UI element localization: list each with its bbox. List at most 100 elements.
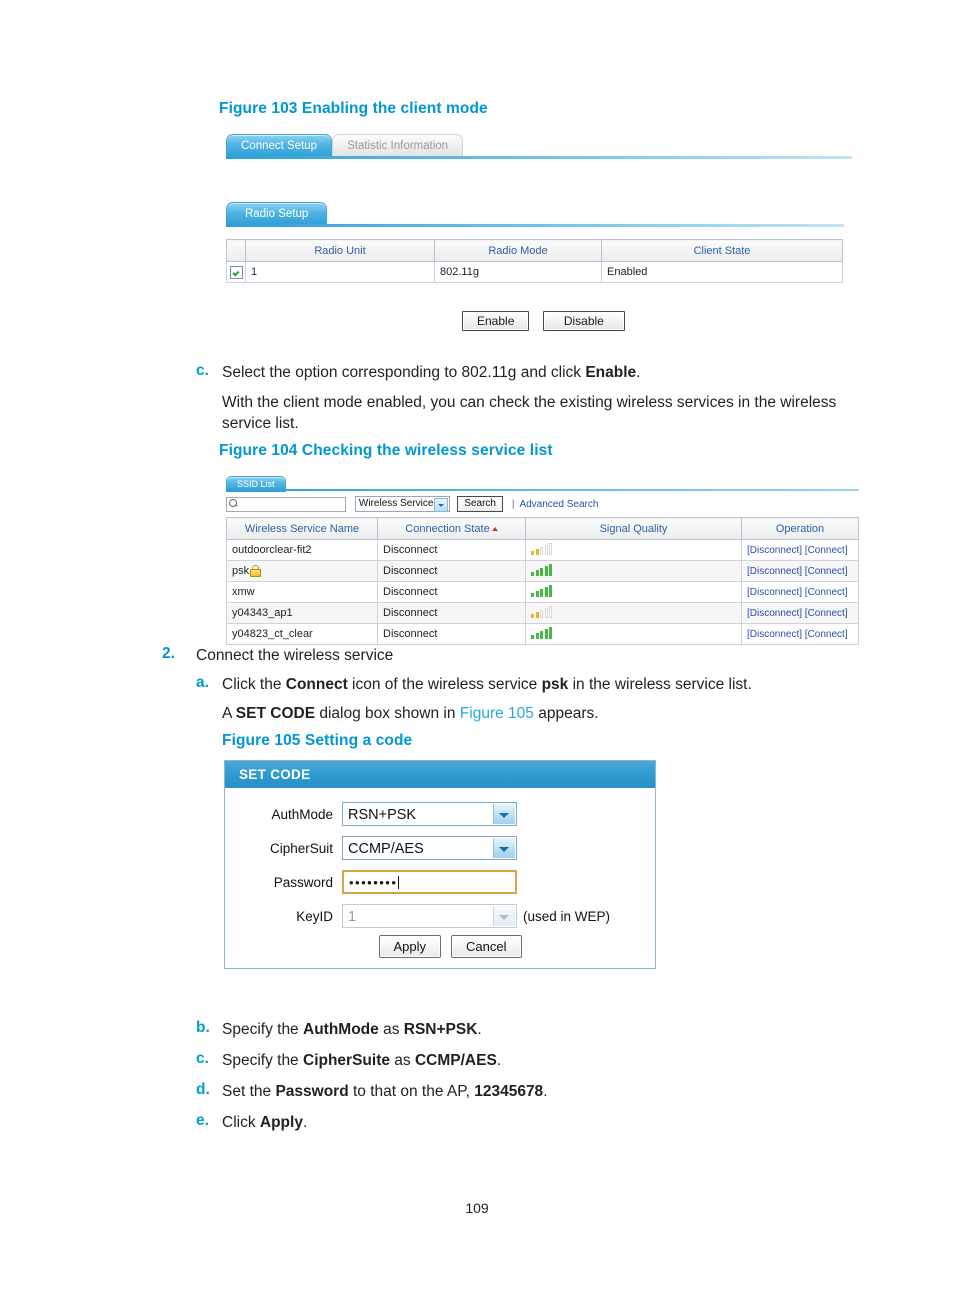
wireless-service-name-text: outdoorclear-fit2 (232, 544, 312, 556)
figure-105-xref[interactable]: Figure 105 (460, 705, 534, 722)
signal-bar (540, 567, 544, 576)
connect-link[interactable]: [Connect] (802, 587, 848, 598)
cell-signal-quality (525, 539, 742, 561)
step-post: . (477, 1021, 482, 1038)
signal-bar (549, 542, 553, 555)
step-c-line1-post: . (636, 364, 641, 381)
step-2a-line2-mid: dialog box shown in (315, 705, 460, 722)
cell-wireless-service-name: xmw (226, 581, 378, 603)
ssid-tab-underline (226, 489, 859, 491)
cancel-button[interactable]: Cancel (451, 935, 522, 958)
search-button[interactable]: Search (457, 496, 503, 512)
signal-bar (549, 626, 553, 639)
step-c-text: Select the option corresponding to 802.1… (222, 362, 640, 383)
cell-connection-state: Disconnect (377, 560, 526, 582)
keyid-value: 1 (348, 909, 357, 925)
tab-statistic-information[interactable]: Statistic Information (332, 134, 464, 157)
cell-wireless-service-name: psk (226, 560, 378, 582)
apply-button[interactable]: Apply (378, 935, 442, 958)
table-row[interactable]: psk Disconnect [Disconnect] [Connect] (226, 560, 859, 582)
field-label-keyid: KeyID (296, 908, 333, 924)
disconnect-link[interactable]: [Disconnect] (747, 566, 802, 577)
ciphersuit-value: CCMP/AES (348, 841, 424, 857)
advanced-search-link[interactable]: Advanced Search (519, 499, 598, 510)
connect-link[interactable]: [Connect] (802, 629, 848, 640)
cell-radio-unit: 1 (245, 261, 435, 283)
step-c-line1-pre: Select the option corresponding to 802.1… (222, 364, 586, 381)
table-header-row: Wireless Service Name Connection State S… (226, 517, 859, 540)
step-d: d. Set the Password to that on the AP, 12… (196, 1081, 876, 1102)
disconnect-link[interactable]: [Disconnect] (747, 545, 802, 556)
search-scope-select[interactable]: Wireless Service (354, 496, 451, 512)
sort-ascending-icon (491, 526, 498, 531)
table-row[interactable]: 1 802.11g Enabled (226, 261, 843, 283)
radio-setup-table: Radio Unit Radio Mode Client State 1 802… (226, 239, 843, 283)
cell-connection-state: Disconnect (377, 539, 526, 561)
cell-client-state: Enabled (601, 261, 843, 283)
step-c-letter: c. (196, 362, 209, 379)
row-checkbox-cell[interactable] (226, 261, 246, 283)
step-letter: b. (196, 1019, 210, 1036)
step-c: c. Specify the CipherSuite as CCMP/AES. (196, 1050, 876, 1071)
step-2a-pre: Click the (222, 676, 286, 693)
signal-bar (535, 611, 539, 618)
col-radio-unit: Radio Unit (245, 239, 435, 262)
disconnect-link[interactable]: [Disconnect] (747, 587, 802, 598)
step-bold-1: Password (275, 1083, 349, 1100)
step-text: Set the Password to that on the AP, 1234… (222, 1081, 548, 1102)
connect-link[interactable]: [Connect] (802, 545, 848, 556)
set-code-dialog-title: SET CODE (225, 761, 655, 788)
search-input[interactable] (226, 496, 346, 512)
authmode-select[interactable]: RSN+PSK (342, 802, 517, 826)
cell-signal-quality (525, 560, 742, 582)
col-wireless-service-name[interactable]: Wireless Service Name (226, 517, 378, 540)
cell-wireless-service-name: outdoorclear-fit2 (226, 539, 378, 561)
disable-button[interactable]: Disable (542, 311, 625, 331)
tab-radio-setup[interactable]: Radio Setup (226, 202, 328, 225)
table-row[interactable]: outdoorclear-fit2 Disconnect [Disconnect] … (226, 539, 859, 561)
table-header-row: Radio Unit Radio Mode Client State (226, 239, 843, 262)
password-value: •••••••• (349, 875, 398, 890)
password-input[interactable]: •••••••• (342, 870, 517, 894)
signal-bar (549, 584, 553, 597)
disconnect-link[interactable]: [Disconnect] (747, 608, 802, 619)
step-text: Click Apply. (222, 1112, 307, 1133)
col-signal-quality[interactable]: Signal Quality (525, 517, 742, 540)
ciphersuit-select[interactable]: CCMP/AES (342, 836, 517, 860)
step-c-indent (196, 392, 222, 434)
step-e: e. Click Apply. (196, 1112, 876, 1133)
cell-connection-state: Disconnect (377, 623, 526, 645)
step-2a-line2-bold: SET CODE (235, 705, 316, 722)
step-pre: Specify the (222, 1052, 303, 1069)
chevron-down-icon (493, 838, 515, 858)
figure-103-button-bar: Enable Disable (462, 311, 625, 331)
field-label-authmode: AuthMode (271, 806, 333, 822)
step-2a-post: in the wireless service list. (568, 676, 752, 693)
document-page: Figure 103 Enabling the client mode Conn… (0, 0, 954, 1296)
form-row: KeyID 1 (used in WEP) (225, 904, 655, 928)
step-pre: Specify the (222, 1021, 303, 1038)
step-2a-letter: a. (196, 674, 209, 691)
step-bold-1: Apply (259, 1114, 303, 1131)
table-row[interactable]: xmw Disconnect [Disconnect] [Connect] (226, 581, 859, 603)
cell-signal-quality (525, 623, 742, 645)
table-row[interactable]: y04343_ap1 Disconnect [Disconnect] [Connec… (226, 602, 859, 624)
col-connection-state[interactable]: Connection State (377, 517, 526, 540)
step-2a-mid: icon of the wireless service (347, 676, 542, 693)
cell-operation: [Disconnect] [Connect] (741, 560, 859, 582)
signal-bar (540, 609, 544, 618)
enable-button[interactable]: Enable (462, 311, 530, 331)
step-c: c. Select the option corresponding to 80… (196, 362, 866, 434)
tab-connect-setup[interactable]: Connect Setup (226, 134, 333, 157)
disconnect-link[interactable]: [Disconnect] (747, 629, 802, 640)
step-text: Specify the AuthMode as RSN+PSK. (222, 1019, 482, 1040)
figure-103-panel-tabstrip: Radio Setup (226, 202, 328, 225)
chevron-down-icon (493, 906, 515, 926)
table-row[interactable]: y04823_ct_clear Disconnect [Disconnect] [C… (226, 623, 859, 645)
signal-bar (531, 592, 534, 597)
connect-link[interactable]: [Connect] (802, 566, 848, 577)
col-connection-state-label: Connection State (405, 522, 490, 535)
row-checkbox[interactable] (229, 265, 243, 279)
connect-link[interactable]: [Connect] (802, 608, 848, 619)
wireless-service-name-text: y04343_ap1 (232, 607, 293, 619)
